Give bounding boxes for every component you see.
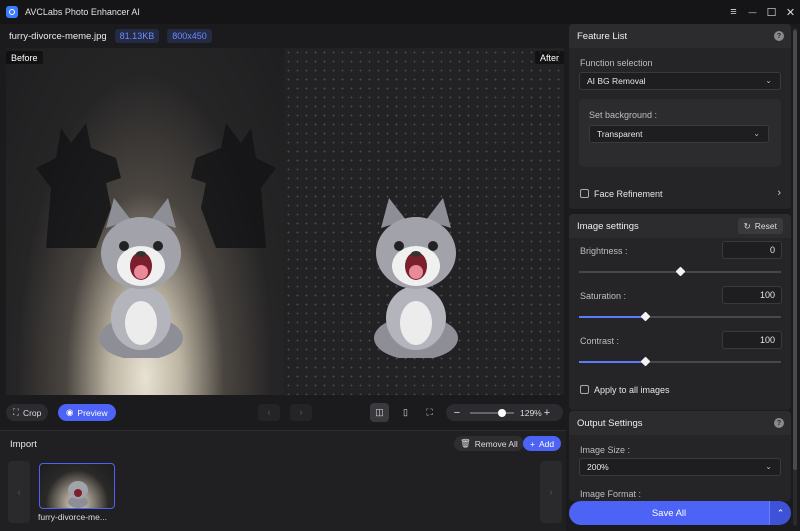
thumb-strip-prev-button[interactable]: ‹ (8, 461, 30, 523)
wolf-pup-before (99, 198, 183, 358)
reset-label: Reset (754, 221, 777, 231)
face-refinement-label: Face Refinement (594, 189, 663, 199)
preview-button[interactable]: ◉ Preview (58, 404, 116, 421)
apply-all-checkbox[interactable] (580, 385, 589, 394)
image-settings-header: Image settings ↻ Reset (569, 214, 791, 238)
fit-screen-icon[interactable]: ⛶ (420, 403, 439, 422)
function-select-value: AI BG Removal (587, 76, 646, 86)
background-settings-box: Set background : Transparent ⌄ (579, 99, 781, 167)
save-options-button[interactable]: ⌃ (769, 501, 791, 525)
zoom-in-icon[interactable]: + (542, 407, 552, 419)
window-controls: ≡ — ☐ ✕ (724, 0, 800, 24)
feature-list-card: Feature List ? Function selection AI BG … (569, 24, 791, 209)
face-refinement-checkbox[interactable] (580, 189, 589, 198)
close-icon[interactable]: ✕ (781, 0, 800, 24)
saturation-input[interactable]: 100 (722, 286, 782, 304)
feature-list-header: Feature List ? (569, 24, 791, 48)
title-bar: AVCLabs Photo Enhancer AI ≡ — ☐ ✕ (0, 0, 800, 24)
split-view-icon[interactable]: ▯ (396, 403, 415, 422)
thumb-strip-next-button[interactable]: › (540, 461, 562, 523)
minimize-icon[interactable]: — (743, 0, 762, 24)
image-size-value: 200% (587, 462, 609, 472)
output-settings-header: Output Settings ? (569, 411, 791, 435)
contrast-label: Contrast : (580, 336, 620, 346)
zoom-slider-knob[interactable] (498, 408, 507, 417)
file-name: furry-divorce-meme.jpg (9, 30, 107, 42)
image-format-label: Image Format : (580, 489, 642, 499)
help-icon[interactable]: ? (774, 31, 784, 41)
file-info-bar: furry-divorce-meme.jpg 81.13KB 800x450 (0, 24, 566, 48)
saturation-slider-knob[interactable] (640, 311, 651, 322)
plus-icon: + (530, 438, 535, 449)
wolf-pup-after (374, 198, 458, 358)
remove-all-button[interactable]: 🗑 Remove All (454, 436, 524, 451)
chevron-down-icon: ⌄ (765, 462, 772, 471)
brightness-slider-knob[interactable] (675, 266, 685, 277)
background-select-value: Transparent (597, 129, 643, 139)
previous-image-button[interactable]: ‹ (258, 404, 280, 421)
compare-view-icon[interactable]: ◫ (370, 403, 389, 422)
reset-button[interactable]: ↻ Reset (737, 218, 783, 234)
zoom-out-icon[interactable]: − (452, 407, 462, 419)
import-title: Import (10, 439, 37, 450)
background-select[interactable]: Transparent ⌄ (589, 125, 769, 143)
settings-sidebar: Feature List ? Function selection AI BG … (569, 24, 791, 531)
image-size-select[interactable]: 200% ⌄ (579, 458, 781, 476)
image-thumbnail[interactable] (39, 463, 115, 509)
next-image-button[interactable]: › (290, 404, 312, 421)
zoom-slider[interactable] (470, 408, 514, 417)
feature-list-title: Feature List (577, 30, 628, 42)
canvas-toolbar: ⛶ Crop ◉ Preview ‹ › ◫ ▯ ⛶ − 129% + (0, 400, 566, 426)
zoom-value: 129% (520, 407, 542, 418)
function-selection-label: Function selection (580, 58, 653, 68)
image-settings-title: Image settings (577, 220, 639, 232)
app-logo-icon (6, 6, 18, 18)
chevron-right-icon[interactable]: › (777, 187, 781, 199)
eye-icon: ◉ (66, 407, 74, 417)
contrast-slider[interactable] (579, 356, 781, 367)
preview-label: Preview (77, 407, 108, 418)
saturation-slider[interactable] (579, 311, 781, 322)
file-dimensions-badge: 800x450 (167, 29, 212, 43)
apply-all-label: Apply to all images (594, 385, 670, 395)
contrast-slider-fill (579, 361, 646, 363)
chevron-down-icon: ⌄ (753, 129, 760, 138)
crop-icon: ⛶ (13, 407, 19, 417)
brightness-label: Brightness : (580, 246, 628, 256)
add-button[interactable]: + Add (523, 436, 562, 451)
reset-icon: ↻ (743, 220, 751, 231)
app-title: AVCLabs Photo Enhancer AI (25, 7, 140, 17)
sidebar-scrollbar-thumb[interactable] (793, 30, 797, 470)
brightness-input[interactable]: 0 (722, 241, 782, 259)
image-settings-card: Image settings ↻ Reset Brightness : 0 Sa… (569, 214, 791, 410)
import-panel: Import 🗑 Remove All + Add ‹ › furry-divo… (0, 430, 566, 531)
contrast-slider-knob[interactable] (640, 356, 651, 367)
crop-label: Crop (22, 407, 42, 418)
set-background-label: Set background : (589, 110, 658, 120)
function-select[interactable]: AI BG Removal ⌄ (579, 72, 781, 90)
save-all-button[interactable]: Save All (569, 501, 769, 525)
output-settings-card: Output Settings ? Image Size : 200% ⌄ Im… (569, 411, 791, 501)
brightness-slider[interactable] (579, 266, 781, 277)
zoom-control: − 129% + (446, 404, 563, 421)
thumbnail-preview (68, 481, 88, 508)
thumbnail-caption: furry-divorce-me... (38, 512, 107, 522)
after-label: After (534, 51, 564, 64)
help-icon[interactable]: ? (774, 418, 784, 428)
saturation-label: Saturation : (580, 291, 627, 301)
maximize-icon[interactable]: ☐ (762, 0, 781, 24)
trash-icon: 🗑 (460, 438, 471, 448)
output-settings-title: Output Settings (577, 417, 643, 429)
before-label: Before (6, 51, 43, 64)
menu-icon[interactable]: ≡ (724, 0, 743, 24)
file-size-badge: 81.13KB (114, 29, 160, 43)
image-canvas[interactable]: Before After (6, 48, 564, 395)
crop-button[interactable]: ⛶ Crop (6, 404, 49, 421)
remove-all-label: Remove All (474, 438, 518, 449)
saturation-slider-fill (579, 316, 646, 318)
image-size-label: Image Size : (580, 445, 631, 455)
add-label: Add (538, 438, 555, 449)
chevron-down-icon: ⌄ (765, 76, 772, 85)
contrast-input[interactable]: 100 (722, 331, 782, 349)
